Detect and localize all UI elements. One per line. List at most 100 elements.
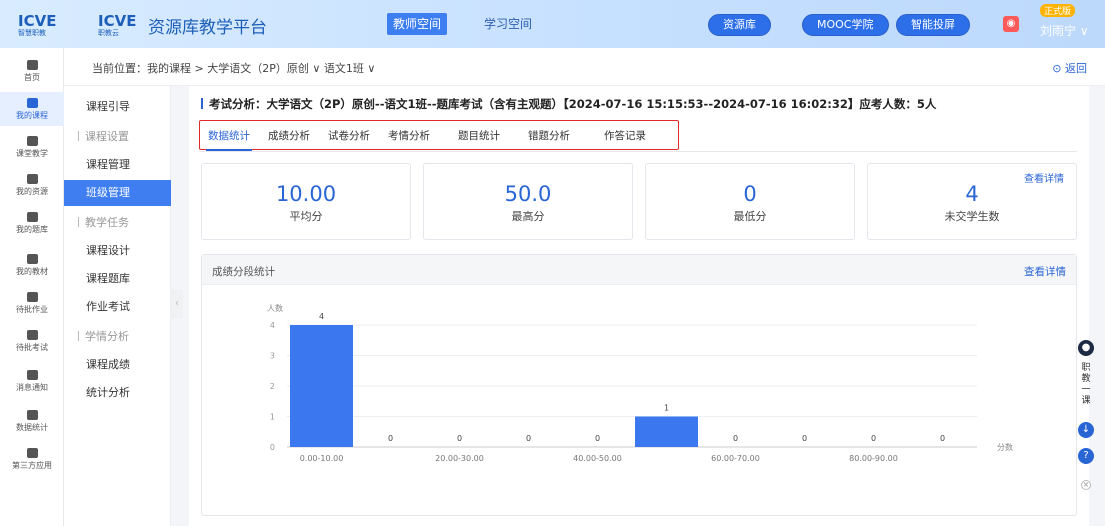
- user-name: 刘雨宁: [1040, 24, 1077, 38]
- bar-value-label: 0: [940, 434, 945, 443]
- tab-2[interactable]: 试卷分析: [328, 128, 370, 143]
- bar: [635, 416, 698, 447]
- stat-card-average: 10.00 平均分: [201, 163, 411, 240]
- homework-icon: [26, 292, 38, 302]
- back-icon: ⊙: [1052, 62, 1065, 75]
- logo2-text: ICVE: [98, 12, 137, 30]
- tab-4[interactable]: 题目统计: [458, 128, 500, 143]
- zjyk-label[interactable]: 职教一课: [1080, 363, 1092, 407]
- nav-item-label: 待批作业: [16, 305, 48, 314]
- sub-nav-item[interactable]: 课程引导: [64, 94, 171, 120]
- resource-library-button[interactable]: 资源库: [708, 14, 771, 36]
- exam-icon: [26, 330, 38, 340]
- top-header: ICVE 智慧职教 ICVE 职教云 资源库教学平台 教师空间 学习空间 资源库 M…: [0, 0, 1105, 48]
- sub-nav-item[interactable]: 课程题库: [64, 266, 171, 292]
- panel-view-details-link[interactable]: 查看详情: [1024, 264, 1066, 279]
- robot-icon[interactable]: ●: [1078, 340, 1094, 356]
- tab-5[interactable]: 错题分析: [528, 128, 570, 143]
- home-icon: [26, 60, 38, 70]
- nav-item-label: 消息通知: [16, 383, 48, 392]
- bar-value-label: 0: [526, 434, 531, 443]
- question-bank-icon: [26, 212, 38, 222]
- back-button[interactable]: ⊙ 返回: [1052, 60, 1087, 76]
- score-distribution-chart: 人数 0 1 2 3 4 分数 4 0.00-10.00 0 0 20.00-30.00 0 0 40.00…: [267, 303, 1013, 463]
- analysis-tabs: 数据统计 成绩分析 试卷分析 考情分析 题目统计 错题分析 作答记录: [199, 120, 679, 151]
- exam-title: 考试分析：大学语文（2P）原创--语文1班--题库考试（含有主观题）【2024-…: [201, 96, 936, 112]
- highest-label: 最高分: [511, 210, 545, 223]
- nav-item-label: 数据统计: [16, 423, 48, 432]
- y-tick-label: 2: [270, 382, 275, 391]
- sub-nav-item[interactable]: 班级管理: [64, 180, 171, 206]
- platform-title: 资源库教学平台: [148, 18, 267, 38]
- nav-item-label: 我的教材: [16, 267, 48, 276]
- close-icon[interactable]: ×: [1081, 480, 1091, 490]
- icve-logo[interactable]: ICVE 智慧职教: [18, 12, 56, 37]
- panel-header: 成绩分段统计 查看详情: [202, 255, 1076, 285]
- score-distribution-panel: 成绩分段统计 查看详情 人数 0 1 2 3 4 分数 4 0.00-10.00 0 0 20.00-…: [201, 254, 1077, 516]
- panel-title: 成绩分段统计: [212, 266, 275, 278]
- download-icon[interactable]: ↓: [1078, 422, 1094, 438]
- teacher-space-button[interactable]: 教师空间: [387, 13, 448, 35]
- tab-1[interactable]: 成绩分析: [268, 128, 310, 143]
- book-icon: [26, 254, 38, 264]
- logo2-sub: 职教云: [98, 29, 119, 37]
- unsubmitted-label: 未交学生数: [944, 210, 1000, 223]
- nav-item-6[interactable]: 待批作业: [0, 286, 64, 320]
- nav-item-label: 待批考试: [16, 343, 48, 352]
- unsubmitted-value: 4: [965, 182, 979, 206]
- breadcrumb-text[interactable]: 当前位置：我的课程 > 大学语文（2P）原创 ∨ 语文1班 ∨: [92, 60, 375, 76]
- x-tick-label: 60.00-70.00: [711, 454, 760, 463]
- sub-nav-item[interactable]: 课程管理: [64, 152, 171, 178]
- nav-item-8[interactable]: 消息通知: [0, 364, 64, 398]
- mooc-button[interactable]: MOOC学院: [802, 14, 889, 36]
- y-axis-label: 人数: [267, 303, 283, 313]
- nav-item-1[interactable]: 我的课程: [0, 92, 64, 126]
- bar-value-label: 0: [871, 434, 876, 443]
- y-tick-label: 3: [270, 352, 275, 361]
- tab-0[interactable]: 数据统计: [206, 128, 252, 151]
- nav-item-label: 课堂教学: [16, 149, 48, 158]
- smart-screen-button[interactable]: 智能投屏: [896, 14, 970, 36]
- stats-icon: [26, 410, 38, 420]
- tab-divider: [199, 151, 1077, 152]
- sub-nav-item[interactable]: 作业考试: [64, 294, 171, 320]
- nav-item-label: 我的题库: [16, 225, 48, 234]
- tab-3[interactable]: 考情分析: [388, 128, 430, 143]
- nav-item-4[interactable]: 我的题库: [0, 206, 64, 240]
- student-space-button[interactable]: 学习空间: [478, 13, 538, 35]
- collapse-handle[interactable]: ‹: [171, 290, 183, 318]
- play-icon: [26, 136, 38, 146]
- nav-item-2[interactable]: 课堂教学: [0, 130, 64, 164]
- sub-nav-group: 课程设置: [64, 124, 171, 150]
- y-tick-label: 0: [270, 443, 275, 452]
- main-content: 考试分析：大学语文（2P）原创--语文1班--题库考试（含有主观题）【2024-…: [189, 86, 1089, 526]
- sub-nav-item[interactable]: 课程设计: [64, 238, 171, 264]
- nav-item-5[interactable]: 我的教材: [0, 248, 64, 282]
- nav-item-0[interactable]: 首页: [0, 54, 64, 88]
- y-tick-label: 1: [270, 413, 275, 422]
- user-name-dropdown[interactable]: 刘雨宁 ∨: [1040, 22, 1089, 39]
- bar: [290, 325, 353, 447]
- sub-nav-item[interactable]: 课程成绩: [64, 352, 171, 378]
- logo1-sub: 智慧职教: [18, 29, 46, 37]
- avatar[interactable]: ◉: [1003, 16, 1019, 32]
- tab-6[interactable]: 作答记录: [604, 128, 646, 143]
- course-icon: [26, 98, 38, 108]
- stat-card-unsubmitted: 查看详情 4 未交学生数: [867, 163, 1077, 240]
- lowest-label: 最低分: [733, 210, 767, 223]
- sub-nav-item[interactable]: 统计分析: [64, 380, 171, 406]
- course-sub-navigation: 课程引导 课程设置 课程管理 班级管理 教学任务 课程设计 课程题库 作业考试 学情分析 课程成绩…: [64, 86, 171, 526]
- nav-item-9[interactable]: 数据统计: [0, 404, 64, 438]
- bar-value-label: 0: [733, 434, 738, 443]
- zjy-logo[interactable]: ICVE 职教云: [98, 12, 136, 37]
- nav-item-7[interactable]: 待批考试: [0, 324, 64, 358]
- bar-value-label: 1: [664, 404, 669, 413]
- nav-item-10[interactable]: 第三方应用: [0, 442, 64, 476]
- x-tick-label: 40.00-50.00: [573, 454, 622, 463]
- help-icon[interactable]: ?: [1078, 448, 1094, 464]
- view-details-link[interactable]: 查看详情: [1024, 170, 1064, 185]
- nav-item-3[interactable]: 我的资源: [0, 168, 64, 202]
- nav-item-label: 首页: [24, 73, 40, 82]
- bar-value-label: 0: [802, 434, 807, 443]
- sub-nav-group: 教学任务: [64, 210, 171, 236]
